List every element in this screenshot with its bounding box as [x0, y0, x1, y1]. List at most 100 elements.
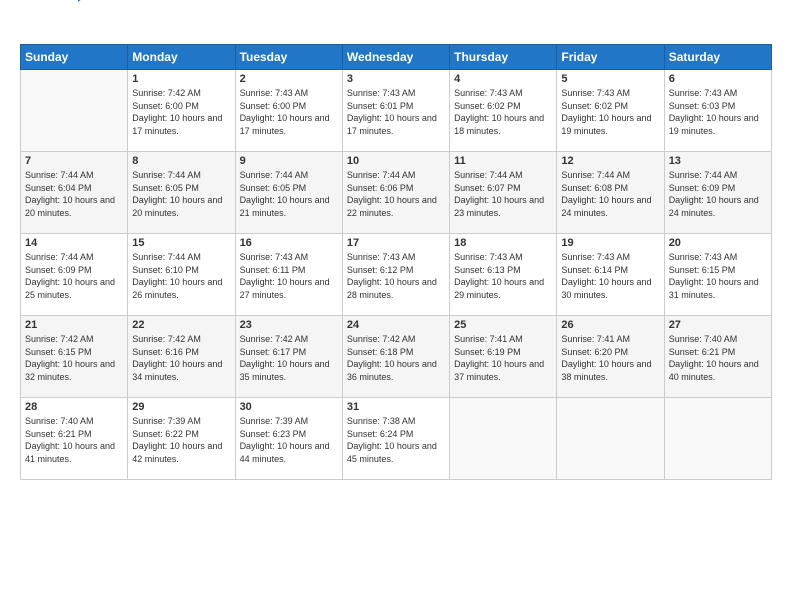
- day-info: Sunrise: 7:44 AMSunset: 6:09 PMDaylight:…: [669, 169, 767, 219]
- day-info: Sunrise: 7:43 AMSunset: 6:14 PMDaylight:…: [561, 251, 659, 301]
- calendar-cell: 16 Sunrise: 7:43 AMSunset: 6:11 PMDayligh…: [235, 234, 342, 316]
- day-number: 9: [240, 155, 338, 167]
- calendar-cell: 14Sunrise: 7:44 AMSunset: 6:09 PMDayligh…: [21, 234, 128, 316]
- day-info: Sunrise: 7:39 AMSunset: 6:22 PMDaylight:…: [132, 415, 230, 465]
- calendar-cell: 6 Sunrise: 7:43 AMSunset: 6:03 PMDaylight…: [664, 70, 771, 152]
- day-info: Sunrise: 7:42 AMSunset: 6:17 PMDaylight:…: [240, 333, 338, 383]
- weekday-header-saturday: Saturday: [664, 45, 771, 70]
- weekday-header-monday: Monday: [128, 45, 235, 70]
- day-number: 2: [240, 73, 338, 85]
- calendar-cell: 23Sunrise: 7:42 AMSunset: 6:17 PMDayligh…: [235, 316, 342, 398]
- day-number: 8: [132, 155, 230, 167]
- day-number: 1: [132, 73, 230, 85]
- day-info: Sunrise: 7:42 AMSunset: 6:18 PMDaylight:…: [347, 333, 445, 383]
- calendar-cell: [450, 398, 557, 480]
- logo: [20, 16, 96, 34]
- day-info: Sunrise: 7:44 AMSunset: 6:09 PMDaylight:…: [25, 251, 123, 301]
- logo-icon: [78, 0, 96, 2]
- weekday-header-tuesday: Tuesday: [235, 45, 342, 70]
- calendar-cell: 20 Sunrise: 7:43 AMSunset: 6:15 PMDayligh…: [664, 234, 771, 316]
- day-info: Sunrise: 7:40 AMSunset: 6:21 PMDaylight:…: [669, 333, 767, 383]
- day-info: Sunrise: 7:44 AMSunset: 6:08 PMDaylight:…: [561, 169, 659, 219]
- day-number: 20: [669, 237, 767, 249]
- calendar-header: [20, 16, 772, 34]
- weekday-header-friday: Friday: [557, 45, 664, 70]
- day-number: 13: [669, 155, 767, 167]
- day-number: 24: [347, 319, 445, 331]
- calendar-week-1: 1 Sunrise: 7:42 AMSunset: 6:00 PMDaylight…: [21, 70, 772, 152]
- day-number: 27: [669, 319, 767, 331]
- day-number: 29: [132, 401, 230, 413]
- day-info: Sunrise: 7:43 AMSunset: 6:01 PMDaylight:…: [347, 87, 445, 137]
- day-number: 19: [561, 237, 659, 249]
- calendar-cell: 5 Sunrise: 7:43 AMSunset: 6:02 PMDaylight…: [557, 70, 664, 152]
- calendar-cell: 19 Sunrise: 7:43 AMSunset: 6:14 PMDayligh…: [557, 234, 664, 316]
- day-number: 5: [561, 73, 659, 85]
- day-info: Sunrise: 7:43 AMSunset: 6:02 PMDaylight:…: [561, 87, 659, 137]
- day-info: Sunrise: 7:43 AMSunset: 6:00 PMDaylight:…: [240, 87, 338, 137]
- day-info: Sunrise: 7:44 AMSunset: 6:06 PMDaylight:…: [347, 169, 445, 219]
- calendar-cell: 24 Sunrise: 7:42 AMSunset: 6:18 PMDayligh…: [342, 316, 449, 398]
- calendar-cell: 30Sunrise: 7:39 AMSunset: 6:23 PMDayligh…: [235, 398, 342, 480]
- calendar-cell: 1 Sunrise: 7:42 AMSunset: 6:00 PMDaylight…: [128, 70, 235, 152]
- day-number: 18: [454, 237, 552, 249]
- day-info: Sunrise: 7:44 AMSunset: 6:10 PMDaylight:…: [132, 251, 230, 301]
- calendar-cell: 22 Sunrise: 7:42 AMSunset: 6:16 PMDayligh…: [128, 316, 235, 398]
- calendar-cell: [664, 398, 771, 480]
- day-number: 17: [347, 237, 445, 249]
- calendar-cell: 2 Sunrise: 7:43 AMSunset: 6:00 PMDaylight…: [235, 70, 342, 152]
- day-info: Sunrise: 7:44 AMSunset: 6:04 PMDaylight:…: [25, 169, 123, 219]
- day-info: Sunrise: 7:43 AMSunset: 6:12 PMDaylight:…: [347, 251, 445, 301]
- day-info: Sunrise: 7:43 AMSunset: 6:11 PMDaylight:…: [240, 251, 338, 301]
- day-info: Sunrise: 7:43 AMSunset: 6:02 PMDaylight:…: [454, 87, 552, 137]
- day-info: Sunrise: 7:43 AMSunset: 6:15 PMDaylight:…: [669, 251, 767, 301]
- calendar-cell: 26 Sunrise: 7:41 AMSunset: 6:20 PMDayligh…: [557, 316, 664, 398]
- calendar-cell: [557, 398, 664, 480]
- calendar-cell: 10 Sunrise: 7:44 AMSunset: 6:06 PMDayligh…: [342, 152, 449, 234]
- weekday-header-wednesday: Wednesday: [342, 45, 449, 70]
- day-info: Sunrise: 7:43 AMSunset: 6:03 PMDaylight:…: [669, 87, 767, 137]
- day-info: Sunrise: 7:41 AMSunset: 6:20 PMDaylight:…: [561, 333, 659, 383]
- calendar-week-5: 28 Sunrise: 7:40 AMSunset: 6:21 PMDayligh…: [21, 398, 772, 480]
- day-number: 10: [347, 155, 445, 167]
- day-info: Sunrise: 7:40 AMSunset: 6:21 PMDaylight:…: [25, 415, 123, 465]
- calendar-page: SundayMondayTuesdayWednesdayThursdayFrid…: [0, 0, 792, 490]
- calendar-cell: 31Sunrise: 7:38 AMSunset: 6:24 PMDayligh…: [342, 398, 449, 480]
- calendar-cell: 9Sunrise: 7:44 AMSunset: 6:05 PMDaylight…: [235, 152, 342, 234]
- day-info: Sunrise: 7:43 AMSunset: 6:13 PMDaylight:…: [454, 251, 552, 301]
- calendar-cell: 12 Sunrise: 7:44 AMSunset: 6:08 PMDayligh…: [557, 152, 664, 234]
- calendar-cell: 4 Sunrise: 7:43 AMSunset: 6:02 PMDaylight…: [450, 70, 557, 152]
- calendar-cell: 25Sunrise: 7:41 AMSunset: 6:19 PMDayligh…: [450, 316, 557, 398]
- calendar-cell: 29 Sunrise: 7:39 AMSunset: 6:22 PMDayligh…: [128, 398, 235, 480]
- calendar-cell: 13 Sunrise: 7:44 AMSunset: 6:09 PMDayligh…: [664, 152, 771, 234]
- day-number: 3: [347, 73, 445, 85]
- calendar-header-row: SundayMondayTuesdayWednesdayThursdayFrid…: [21, 45, 772, 70]
- calendar-cell: 8 Sunrise: 7:44 AMSunset: 6:05 PMDaylight…: [128, 152, 235, 234]
- calendar-cell: 7Sunrise: 7:44 AMSunset: 6:04 PMDaylight…: [21, 152, 128, 234]
- calendar-week-4: 21 Sunrise: 7:42 AMSunset: 6:15 PMDayligh…: [21, 316, 772, 398]
- calendar-cell: [21, 70, 128, 152]
- calendar-cell: 11Sunrise: 7:44 AMSunset: 6:07 PMDayligh…: [450, 152, 557, 234]
- day-number: 4: [454, 73, 552, 85]
- day-number: 25: [454, 319, 552, 331]
- day-number: 15: [132, 237, 230, 249]
- day-number: 26: [561, 319, 659, 331]
- weekday-header-thursday: Thursday: [450, 45, 557, 70]
- day-info: Sunrise: 7:42 AMSunset: 6:00 PMDaylight:…: [132, 87, 230, 137]
- calendar-cell: 17 Sunrise: 7:43 AMSunset: 6:12 PMDayligh…: [342, 234, 449, 316]
- weekday-header-sunday: Sunday: [21, 45, 128, 70]
- day-number: 22: [132, 319, 230, 331]
- day-number: 11: [454, 155, 552, 167]
- day-number: 21: [25, 319, 123, 331]
- calendar-table: SundayMondayTuesdayWednesdayThursdayFrid…: [20, 44, 772, 480]
- calendar-cell: 18 Sunrise: 7:43 AMSunset: 6:13 PMDayligh…: [450, 234, 557, 316]
- day-number: 28: [25, 401, 123, 413]
- day-number: 12: [561, 155, 659, 167]
- calendar-cell: 15 Sunrise: 7:44 AMSunset: 6:10 PMDayligh…: [128, 234, 235, 316]
- day-number: 31: [347, 401, 445, 413]
- day-info: Sunrise: 7:42 AMSunset: 6:16 PMDaylight:…: [132, 333, 230, 383]
- day-info: Sunrise: 7:42 AMSunset: 6:15 PMDaylight:…: [25, 333, 123, 383]
- day-number: 16: [240, 237, 338, 249]
- day-info: Sunrise: 7:44 AMSunset: 6:05 PMDaylight:…: [132, 169, 230, 219]
- day-number: 6: [669, 73, 767, 85]
